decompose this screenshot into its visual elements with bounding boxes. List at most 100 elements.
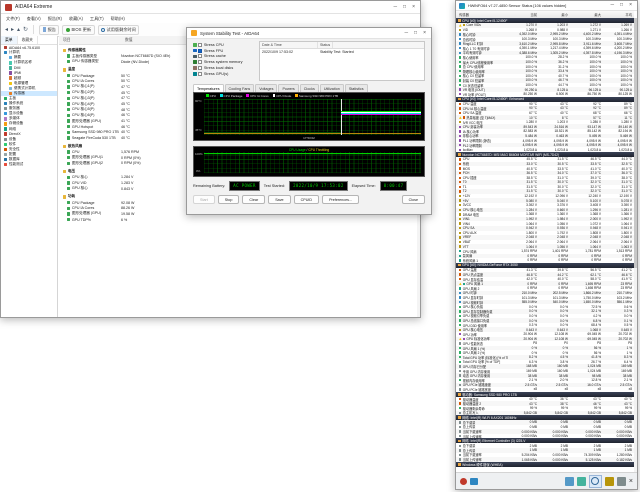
hwinfo-sensor-row[interactable]: CPU 插座 38.5 °C 31.0 °C 39.0 °C 38.0 °C [456,175,634,180]
hwinfo-sensor-row[interactable]: +5V 5.080 V 5.040 V 5.100 V 5.078 V [456,198,634,203]
checkbox-icon[interactable] [198,42,203,47]
column-sensor[interactable]: 传感器 [456,12,508,17]
hwinfo-sensor-row[interactable]: +12V 12.192 V 12.096 V 12.240 V 12.190 V [456,194,634,199]
hwinfo-sensor-row[interactable]: VR 功率 (POUT) 80.250 W 6.500 W 86.750 W 80.12… [456,92,634,97]
hwinfo-sensor-row[interactable]: MOS 40.5 °C 33.5 °C 41.0 °C 40.0 °C [456,166,634,171]
report-icon[interactable] [470,477,478,485]
minimize-icon[interactable]: ─ [394,4,398,10]
checkbox-icon[interactable] [198,54,203,59]
maximize-icon[interactable]: □ [414,30,417,36]
value-min: 39.8 °C [557,267,568,272]
value-current: 2.1 % [528,378,537,383]
column-max[interactable]: 最大 [570,12,603,17]
column-field[interactable]: 项目 [59,38,125,43]
stopbutton[interactable]: Stop [217,195,240,204]
logging-icon[interactable] [460,477,467,485]
graph-tab[interactable]: Temperatures [193,84,224,92]
column-current[interactable]: 当前 [508,12,539,17]
hwinfo-sensor-row[interactable]: T2 31.5 °C 30.0 °C 32.0 °C 31.0 °C [456,189,634,194]
maximize-icon[interactable]: □ [403,4,406,10]
reset-values-icon[interactable] [564,476,574,486]
settings-icon[interactable] [604,476,614,486]
column-avg[interactable]: 平均 [603,12,634,17]
close-button[interactable]: Close [401,195,425,204]
sensor-value: 6 % [121,217,128,222]
event-column-header[interactable]: Date & Time [260,42,318,48]
graph-tab[interactable]: Cooling Fans [224,84,255,92]
column-value[interactable]: 数值 [125,38,133,43]
menu-item[interactable]: 工具(T) [90,16,104,22]
hwinfo-sensor-row[interactable]: DRAM 电压 1.368 V 1.360 V 1.368 V 1.366 V [456,212,634,217]
checkbox-icon[interactable] [198,66,203,71]
hwinfo-titlebar[interactable]: HWiNFO64 v7.27-4850 Sensor Status [106 v… [456,1,637,11]
preferences-button[interactable]: Preferences... [322,195,360,204]
hwinfo-sensor-row[interactable]: VIN4 1.064 V 1.056 V 1.072 V 1.064 V [456,221,634,226]
checkbox-icon[interactable] [198,71,203,76]
checkbox-icon[interactable] [198,48,203,53]
column-min[interactable]: 最小 [539,12,570,17]
hwinfo-sensor-row[interactable]: VBAT 2.064 V 2.064 V 2.064 V 2.064 V [456,240,634,245]
graph-tab[interactable]: Clocks [299,84,319,92]
hwinfo-sensor-row[interactable]: Core VIDs 1.270 V 1.203 V 1.272 V 1.269 V [456,23,634,28]
hwinfo-sensor-row[interactable]: 系统风扇 1 0 RPM 0 RPM 0 RPM 0 RPM [456,258,634,263]
sensor-row[interactable]: GPU TDP% 6 % [59,217,420,223]
item-icon [67,206,71,210]
clearbutton[interactable]: Clear [242,195,266,204]
hwinfo-sensor-row[interactable]: PL2 功率限制 4,095.9 W 4,095.9 W 4,095.9 W 4,095… [456,142,634,148]
event-row[interactable]: 2022/10/9 17:53:02 Stability Test: Starte… [260,49,424,55]
hwinfo-sensor-row[interactable]: CPU AUX 1.800 V 1.792 V 1.808 V 1.800 V [456,231,634,236]
hwinfo-sensor-row[interactable]: 系统 33.0 °C 30.5 °C 33.5 °C 32.5 °C [456,161,634,166]
hwinfo-sensor-row[interactable]: CPU SA 0.942 V 0.936 V 0.948 V 0.941 V [456,225,634,231]
aida64-titlebar[interactable]: AIDA64 Extreme ─ □ × [1,1,420,14]
graph-tab[interactable]: Voltages [255,84,278,92]
minimize-icon[interactable]: ─ [405,30,409,36]
hwinfo-sensor-row[interactable]: VREF 2.048 V 2.048 V 2.048 V 2.048 V [456,235,634,240]
refresh-icon[interactable]: ↻ [23,27,28,33]
item-icon [459,374,462,377]
reset-min-max-icon[interactable] [576,476,586,486]
menu-item[interactable]: 收藏(A) [69,16,83,22]
menu-item[interactable]: 帮助(H) [111,16,125,22]
graph-tab[interactable]: Statistics [344,84,368,92]
hwinfo-sensor-row[interactable]: VIN1 1.992 V 1.984 V 2.000 V 1.992 V [456,216,634,222]
trial-info-button[interactable]: 试用版剩余时间 [97,24,140,35]
item-icon [459,397,462,401]
hwinfo-scrollbar[interactable] [634,18,637,473]
event-column-header[interactable]: Status [318,42,334,48]
close-icon[interactable]: × [412,4,415,10]
hwinfo-sensor-row[interactable]: T1 31.5 °C 30.0 °C 32.0 °C 31.0 °C [456,185,634,190]
maximize-icon[interactable]: □ [620,3,623,8]
up-icon[interactable]: ▴ [17,27,20,33]
close-icon[interactable]: × [629,478,633,485]
cpuidbutton[interactable]: CPUID [293,195,320,204]
stability-test-titlebar[interactable]: System Stability Test - AIDA64 ─ □ × [187,28,431,39]
layout-icon[interactable] [616,476,626,486]
menu-item[interactable]: 报告(R) [48,16,62,22]
close-icon[interactable]: × [423,30,426,36]
stress-option[interactable]: Stress GPU(s) [193,71,257,77]
hwinfo-sensor-row[interactable]: IccMax 1,023.8 A 1,023.8 A 1,023.8 A 1,023.8… [456,147,634,152]
value-current: 1.284 V [526,207,537,212]
minimize-icon[interactable]: ─ [611,3,615,8]
report-button[interactable]: 报告 [39,24,60,35]
tree-item[interactable]: 性能测试 [1,162,57,167]
savebutton[interactable]: Save [268,195,291,204]
close-icon[interactable]: × [629,3,632,8]
checkbox-icon[interactable] [198,60,203,65]
menu-item[interactable]: 查看(V) [27,16,41,22]
value-max: 0.948 V [590,226,601,231]
sidebar-tab[interactable]: 菜单 [1,36,18,44]
item-icon [219,94,223,97]
legend-label: CPU Package [223,94,243,98]
bios-update-button[interactable]: BIOS 更新 [62,24,95,35]
sidebar-tab[interactable]: 收藏夹 [18,36,38,44]
graph-tab[interactable]: Powers [278,84,299,92]
forward-icon[interactable]: ▸ [11,27,14,33]
graph-tab[interactable]: Utilization [319,84,344,92]
hwinfo-sensor-row[interactable]: T0 31.5 °C 30.0 °C 32.0 °C 31.0 °C [456,180,634,185]
gauge-icon[interactable] [588,474,602,488]
menu-item[interactable]: 文件(F) [6,16,20,22]
hwinfo-section-header[interactable]: Windows 硬件错误 (WHEA) [456,461,634,467]
back-icon[interactable]: ◂ [5,27,8,33]
value-current: 0 RPM [527,286,537,291]
